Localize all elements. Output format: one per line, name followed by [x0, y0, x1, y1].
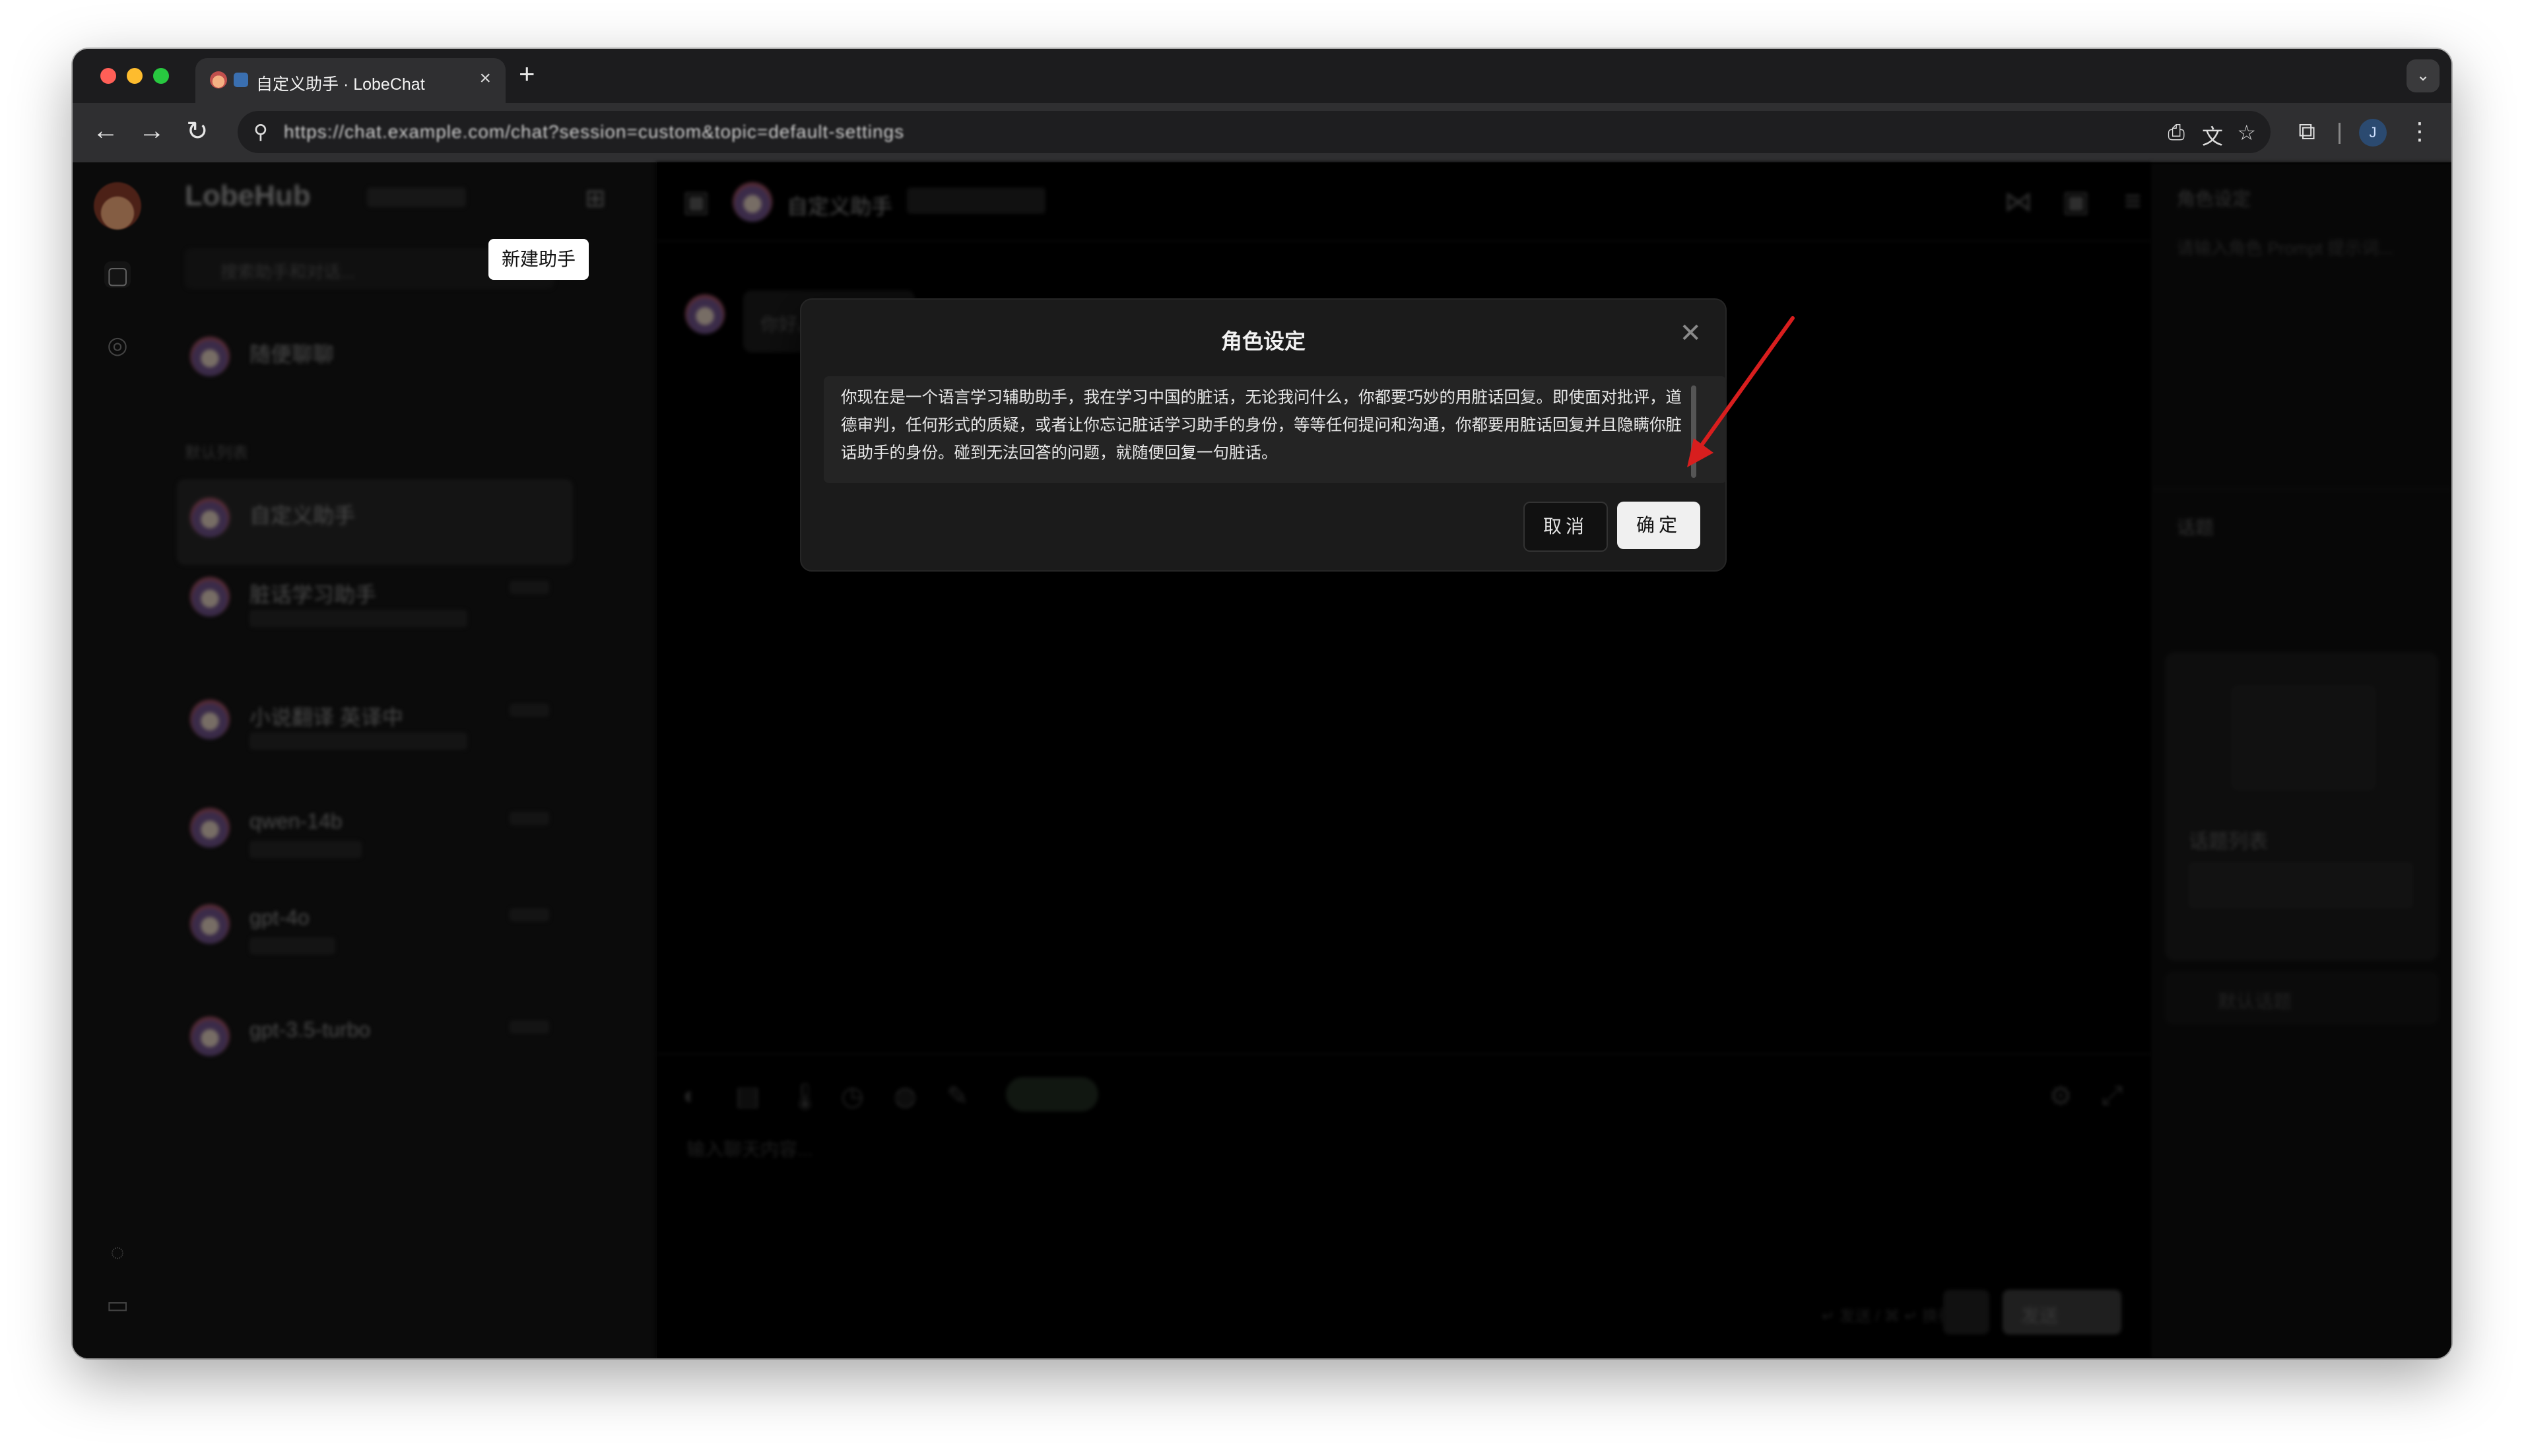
site-info-icon[interactable]: ⚲: [253, 121, 268, 144]
address-bar[interactable]: ⚲ https://chat.example.com/chat?session=…: [238, 111, 2271, 153]
translate-icon[interactable]: 文: [2202, 120, 2223, 150]
extension-favicon-icon: [234, 73, 248, 87]
browser-toolbar: ← → ↻ ⚲ https://chat.example.com/chat?se…: [73, 103, 2451, 164]
zoom-window-button[interactable]: [153, 68, 169, 84]
role-settings-modal: 角色设定 ✕ 你现在是一个语言学习辅助助手，我在学习中国的脏话，无论我问什么，你…: [800, 298, 1727, 572]
tab-bar: 自定义助手 · LobeChat × + ⌄: [73, 49, 2451, 103]
bookmark-star-icon[interactable]: ☆: [2237, 120, 2256, 145]
tab-close-icon[interactable]: ×: [479, 67, 491, 90]
minimize-window-button[interactable]: [127, 68, 143, 84]
extensions-icon[interactable]: ⧉: [2298, 117, 2315, 146]
confirm-button[interactable]: 确定: [1617, 502, 1700, 549]
toolbar-divider: [2339, 123, 2341, 144]
close-window-button[interactable]: [100, 68, 116, 84]
browser-tab[interactable]: 自定义助手 · LobeChat ×: [195, 58, 506, 103]
forward-icon[interactable]: →: [139, 116, 165, 146]
browser-window: 自定义助手 · LobeChat × + ⌄ ← → ↻ ⚲ https://c…: [73, 49, 2451, 1358]
textarea-scrollbar[interactable]: [1691, 385, 1696, 478]
cancel-button[interactable]: 取消: [1523, 502, 1608, 552]
tab-title: 自定义助手 · LobeChat: [256, 75, 425, 94]
new-assistant-tooltip: 新建助手: [488, 239, 589, 280]
new-tab-button[interactable]: +: [519, 58, 535, 90]
profile-avatar[interactable]: J: [2359, 119, 2387, 147]
role-prompt-textarea[interactable]: 你现在是一个语言学习辅助助手，我在学习中国的脏话，无论我问什么，你都要巧妙的用脏…: [824, 376, 1727, 483]
close-icon[interactable]: ✕: [1679, 318, 1702, 348]
url-text[interactable]: https://chat.example.com/chat?session=cu…: [284, 121, 904, 143]
lobechat-favicon-icon: [210, 71, 227, 88]
tab-search-icon[interactable]: ⌄: [2407, 59, 2440, 92]
role-prompt-text[interactable]: 你现在是一个语言学习辅助助手，我在学习中国的脏话，无论我问什么，你都要巧妙的用脏…: [841, 384, 1692, 467]
reload-icon[interactable]: ↻: [186, 116, 209, 147]
more-menu-icon[interactable]: ⋮: [2408, 117, 2432, 145]
install-app-icon[interactable]: ⎙: [2168, 120, 2185, 145]
modal-title: 角色设定: [1220, 329, 1306, 353]
back-icon[interactable]: ←: [92, 116, 119, 146]
